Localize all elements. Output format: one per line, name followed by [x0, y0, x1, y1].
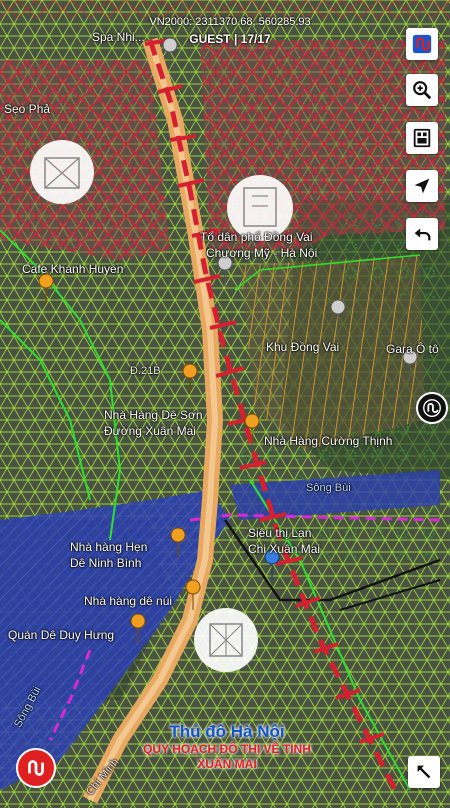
water-label: Sông Bùi	[306, 482, 351, 494]
map-label: Khu Đồng Vai	[266, 340, 340, 354]
map-label: Tổ dân phố Đồng Vai	[200, 230, 313, 244]
map-label: Nhà hàng Hẹn	[70, 540, 148, 554]
brand-logo-button[interactable]	[16, 748, 56, 788]
map-label: Nhà Hàng Dê Sơn	[104, 408, 203, 422]
layers-icon	[413, 128, 431, 148]
brand-caption: Thủ đô Hà Nội QUY HOẠCH ĐÔ THỊ VỆ TINH X…	[82, 722, 372, 772]
back-icon	[414, 228, 431, 241]
zoom-in-icon	[413, 81, 432, 100]
expand-button[interactable]	[408, 756, 440, 788]
brand-title: Thủ đô Hà Nội	[169, 722, 285, 741]
map-label: Chi Xuân Mai	[248, 542, 321, 556]
zoom-button[interactable]	[406, 74, 438, 106]
map-label: Nhà Hàng Cường Thịnh	[264, 434, 393, 448]
map-label: Spa Nhi...	[92, 30, 145, 44]
map-label: Cafe Khánh Huyền	[22, 262, 124, 276]
zone-symbol-south	[194, 608, 258, 672]
planning-map[interactable]	[0, 0, 450, 808]
map-label: Dê Ninh Bình	[70, 556, 142, 570]
brand-subtitle: QUY HOẠCH ĐÔ THỊ VỆ TINH	[143, 742, 311, 756]
map-label: Siêu thị Lan	[248, 526, 312, 540]
locate-button[interactable]	[406, 170, 438, 202]
locate-icon	[414, 178, 430, 194]
map-label: Sẹo Phả	[4, 102, 51, 116]
expand-icon	[417, 765, 431, 779]
map-label: Gara Ô tô	[386, 342, 439, 356]
road-label: Đ.21B	[130, 365, 161, 377]
map-label: Nhà hàng dê núi	[84, 594, 173, 608]
status-bar: VN2000: 2311370.68, 560285.93 GUEST | 17…	[132, 14, 328, 54]
app-logo-button[interactable]	[406, 28, 438, 60]
compass-button[interactable]	[416, 392, 448, 424]
session-info: GUEST | 17/17	[189, 32, 271, 46]
coordinate-readout: VN2000: 2311370.68, 560285.93	[149, 16, 311, 28]
brand-logo-icon	[28, 760, 44, 776]
map-label: Đường Xuân Mai	[104, 424, 196, 438]
layers-button[interactable]	[406, 122, 438, 154]
map-label: Quán Dê Duy Hưng	[8, 628, 115, 642]
compass-icon	[423, 399, 441, 417]
back-button[interactable]	[406, 218, 438, 250]
zone-symbol-west	[30, 140, 94, 204]
map-label: Chương Mỹ - Hà Nội	[206, 246, 318, 260]
app-logo-icon	[412, 34, 432, 54]
brand-subtitle-2: XUÂN MAI	[197, 757, 257, 771]
